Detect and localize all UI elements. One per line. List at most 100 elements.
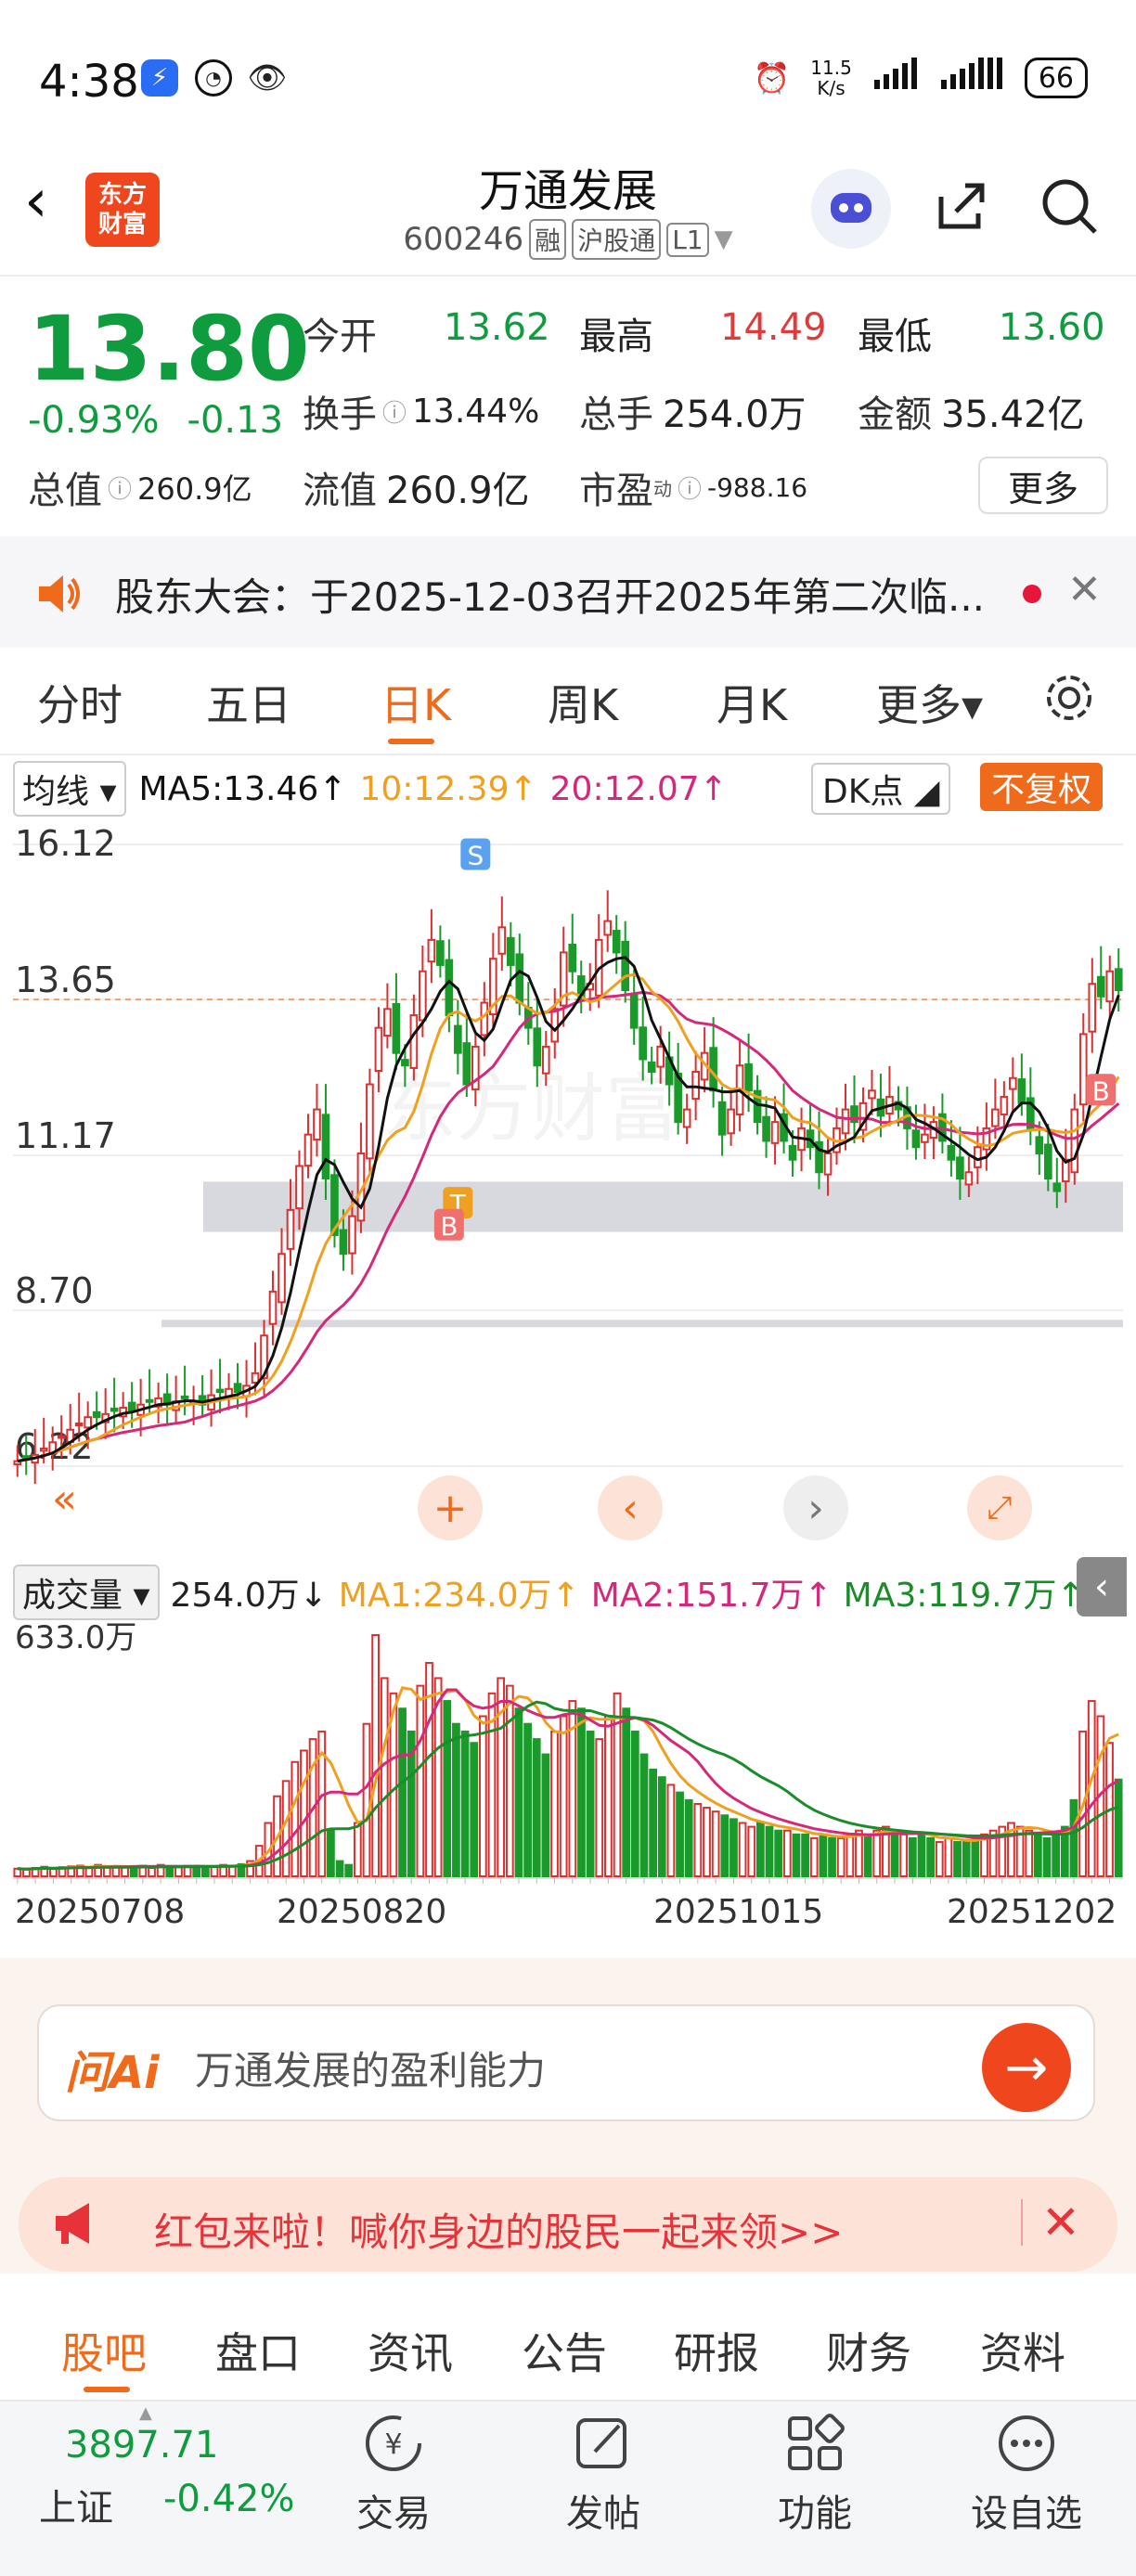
stat-pe[interactable]: 市盈 动 ⓘ -988.16	[579, 460, 807, 514]
volume-bar	[1033, 1833, 1042, 1878]
volume-bar	[1114, 1778, 1123, 1877]
index-name[interactable]: 上证	[39, 2478, 113, 2531]
volume-bar	[532, 1738, 541, 1877]
close-icon[interactable]: ✕	[1067, 566, 1102, 613]
stat-total-value[interactable]: 总值 ⓘ 260.9亿	[28, 460, 252, 514]
scroll-right-icon[interactable]: ›	[783, 1475, 848, 1540]
candle-body	[392, 1002, 401, 1054]
dk-point-selector[interactable]: DK点 ◢	[811, 763, 951, 815]
tag-level: L1	[666, 222, 709, 257]
collapse-panel-icon[interactable]: ‹	[1077, 1557, 1127, 1616]
tab-forum[interactable]: 股吧	[61, 2320, 147, 2381]
volume-bar	[774, 1829, 783, 1878]
volume-bar	[497, 1677, 506, 1878]
volume-bar	[622, 1707, 631, 1877]
tabs-divider	[0, 753, 1136, 755]
zoom-in-icon[interactable]: +	[418, 1475, 483, 1540]
candle-body	[550, 1008, 560, 1043]
caret-up-icon: ▲	[139, 2403, 152, 2423]
scroll-left-icon[interactable]: ‹	[598, 1475, 663, 1540]
candle-body	[313, 1108, 321, 1141]
volume-bar	[711, 1810, 720, 1878]
more-stats-button[interactable]: 更多	[978, 457, 1108, 514]
close-icon[interactable]: ✕	[1041, 2196, 1080, 2249]
candle-body	[74, 1422, 84, 1426]
eye-icon: 👁	[247, 59, 288, 97]
candle-body	[1096, 975, 1105, 998]
volume-bar	[460, 1730, 470, 1878]
nav-add-watchlist[interactable]: 设自选	[952, 2411, 1101, 2537]
trade-marker-b[interactable]: B	[433, 1208, 464, 1242]
volume-chart[interactable]: 633.0万	[13, 1615, 1123, 1884]
volume-bar	[1069, 1798, 1078, 1877]
candle-body	[717, 1101, 727, 1136]
arrow-right-icon[interactable]: →	[982, 2023, 1071, 2112]
battery-indicator: 66	[1024, 58, 1088, 98]
candle-body	[868, 1089, 876, 1100]
volume-bar	[639, 1753, 649, 1877]
tab-research[interactable]: 研报	[674, 2320, 759, 2381]
candle-body	[1000, 1096, 1009, 1116]
date-label: 20251015	[653, 1893, 824, 1931]
volume-bar	[550, 1730, 559, 1878]
more-dots-icon	[994, 2411, 1059, 2476]
tab-monthly-k[interactable]: 月K	[716, 672, 787, 733]
search-icon[interactable]	[1036, 173, 1103, 239]
candle-body	[823, 1152, 833, 1176]
candle-body	[401, 1059, 409, 1067]
stat-turnover[interactable]: 换手 ⓘ 13.44%	[303, 384, 539, 438]
tab-five-day[interactable]: 五日	[206, 672, 291, 733]
svg-text:B: B	[1092, 1075, 1110, 1106]
tab-weekly-k[interactable]: 周K	[548, 672, 618, 733]
nav-functions[interactable]: 功能	[741, 2411, 889, 2537]
ma-selector[interactable]: 均线 ▾	[13, 761, 126, 817]
candle-body	[1043, 1143, 1052, 1180]
volume-bar	[514, 1707, 523, 1877]
volume-selector[interactable]: 成交量 ▾	[13, 1565, 160, 1620]
share-icon[interactable]	[928, 173, 995, 239]
settings-gear-icon[interactable]	[1041, 670, 1097, 729]
price-axis-label: 13.65	[15, 960, 116, 1000]
stat-volume: 总手 254.0万	[579, 393, 807, 436]
index-change[interactable]: -0.42%	[163, 2478, 295, 2520]
trade-marker-s[interactable]: S	[460, 838, 491, 871]
scroll-left-fast-icon[interactable]: «	[52, 1475, 77, 1523]
candle-body	[515, 953, 524, 1004]
nav-post[interactable]: 发帖	[529, 2411, 678, 2537]
volume-bar	[380, 1677, 389, 1878]
nav-trade[interactable]: ¥ 交易	[319, 2411, 468, 2537]
change-amount: -0.13	[187, 399, 284, 442]
tab-profile[interactable]: 资料	[980, 2320, 1065, 2381]
candle-body	[374, 1026, 383, 1072]
ai-search-input[interactable]: 万通发展的盈利能力	[195, 2040, 546, 2096]
tab-announcements[interactable]: 公告	[522, 2320, 607, 2381]
candle-body	[568, 943, 577, 972]
index-value[interactable]: 3897.71	[65, 2424, 218, 2467]
candle-body	[127, 1401, 136, 1412]
volume-bar	[200, 1866, 210, 1878]
tab-finance[interactable]: 财务	[826, 2320, 911, 2381]
trade-marker-b[interactable]: B	[1086, 1074, 1117, 1106]
tab-daily-k[interactable]: 日K	[381, 672, 451, 733]
adjust-mode-button[interactable]: 不复权	[980, 763, 1104, 811]
volume-bar	[729, 1818, 738, 1877]
tab-news[interactable]: 资讯	[368, 2320, 453, 2381]
signal-icon-2	[939, 58, 1004, 98]
active-tab-underline	[388, 739, 434, 744]
price-change: -0.93% -0.13	[28, 399, 283, 442]
ai-assistant-avatar[interactable]	[811, 169, 891, 249]
tab-orderbook[interactable]: 盘口	[215, 2320, 301, 2381]
volume-axis-label: 633.0万	[15, 1619, 136, 1656]
data-saver-icon: ◔	[195, 59, 232, 97]
candlestick-chart[interactable]: 16.1213.6511.178.706.22东方财富STBB	[13, 817, 1123, 1550]
candle-body	[286, 1208, 295, 1250]
candle-body	[639, 1026, 648, 1061]
tab-more[interactable]: 更多▾	[876, 672, 983, 733]
fullscreen-icon[interactable]: ⤢	[967, 1475, 1032, 1540]
tab-intraday[interactable]: 分时	[37, 672, 123, 733]
stat-amount: 金额 35.42亿	[858, 393, 1085, 436]
candle-body	[841, 1108, 850, 1135]
promo-text[interactable]: 红包来啦！喊你身边的股民一起来领>>	[154, 2201, 843, 2258]
announcement-text[interactable]: 股东大会：于2025-12-03召开2025年第二次临...	[115, 566, 985, 623]
alarm-icon: ⏰	[753, 60, 791, 96]
